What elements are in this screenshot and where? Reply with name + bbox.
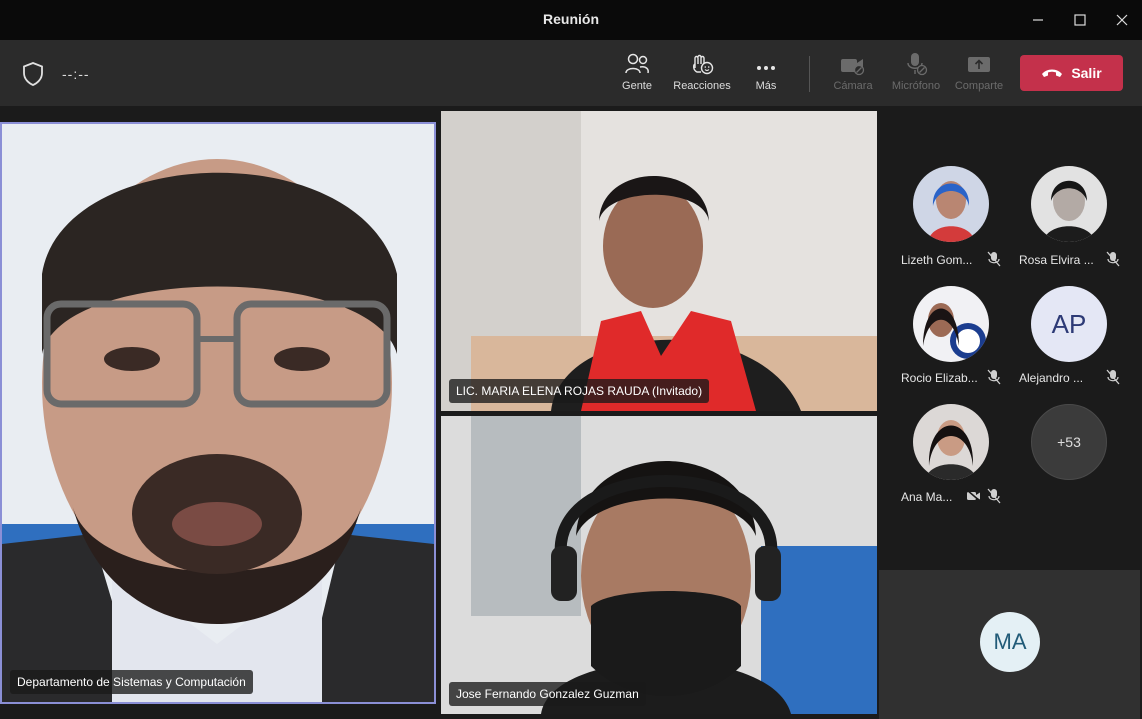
video-tile-guest[interactable]: LIC. MARIA ELENA ROJAS RAUDA (Invitado) (441, 111, 877, 411)
reactions-icon (692, 54, 714, 75)
video-tile-main[interactable]: Departamento de Sistemas y Computación (0, 122, 436, 704)
participant-name: Alejandro ... (1019, 371, 1084, 385)
participant-name-tag: Departamento de Sistemas y Computación (10, 670, 253, 694)
avatar-initials[interactable]: AP (1031, 286, 1107, 362)
avatar-photo (913, 404, 989, 480)
minimize-icon (1033, 19, 1043, 21)
avatar-photo (1031, 166, 1107, 242)
avatar[interactable] (913, 404, 989, 480)
meeting-toolbar: --:-- Gente Reacciones Más Cámara Micróf… (0, 40, 1142, 106)
avatar[interactable] (1031, 166, 1107, 242)
participant-name: Lizeth Gom... (901, 253, 973, 267)
shield-icon (23, 62, 43, 86)
toolbar-separator (809, 56, 810, 92)
avatar[interactable] (913, 166, 989, 242)
mic-off-icon (1106, 369, 1120, 385)
more-participants-button[interactable]: +53 (1031, 404, 1107, 480)
mic-off-icon (1106, 251, 1120, 267)
share-screen-icon (968, 57, 990, 72)
mic-off-icon (987, 251, 1001, 267)
participant-name: Rocio Elizab... (901, 371, 978, 385)
maximize-icon (1074, 14, 1086, 26)
participant-name: Rosa Elvira ... (1019, 253, 1094, 267)
guest-video (441, 111, 877, 411)
camera-off-icon (841, 59, 865, 76)
participant-name-tag: LIC. MARIA ELENA ROJAS RAUDA (Invitado) (449, 379, 710, 403)
speaker-video (2, 124, 434, 702)
more-button[interactable]: Más (734, 50, 798, 100)
reactions-button[interactable]: Reacciones (670, 50, 734, 100)
avatar-photo (913, 286, 989, 362)
people-button[interactable]: Gente (605, 50, 669, 100)
meeting-timer: --:-- (62, 66, 90, 82)
mic-off-icon (987, 488, 1001, 504)
video-stage: Departamento de Sistemas y Computación L… (0, 106, 1142, 719)
maximize-button[interactable] (1058, 0, 1102, 40)
mic-off-icon (987, 369, 1001, 385)
participant-name-tag: Jose Fernando Gonzalez Guzman (449, 682, 646, 706)
microphone-off-icon (907, 53, 928, 76)
more-icon (757, 66, 775, 70)
participant-name: Ana Ma... (901, 490, 953, 504)
minimize-button[interactable] (1016, 0, 1060, 40)
jose-video (441, 416, 877, 714)
share-button[interactable]: Comparte (947, 50, 1011, 100)
camera-button[interactable]: Cámara (821, 50, 885, 100)
window-title: Reunión (543, 11, 599, 27)
microphone-button[interactable]: Micrófono (884, 50, 948, 100)
self-avatar: MA (980, 612, 1040, 672)
video-tile-jose[interactable]: Jose Fernando Gonzalez Guzman (441, 416, 877, 714)
phone-hangup-icon (1042, 69, 1063, 77)
self-view-tile[interactable]: MA (879, 570, 1140, 719)
title-bar: Reunión (0, 0, 1142, 40)
camera-off-icon (966, 489, 982, 503)
close-button[interactable] (1100, 0, 1142, 40)
avatar[interactable] (913, 286, 989, 362)
leave-button[interactable]: Salir (1020, 55, 1123, 91)
close-icon (1116, 14, 1128, 26)
people-icon (625, 53, 649, 74)
avatar-photo (913, 166, 989, 242)
participant-roster: Lizeth Gom... Rosa Elvira ... Rocio Eliz… (879, 106, 1142, 566)
